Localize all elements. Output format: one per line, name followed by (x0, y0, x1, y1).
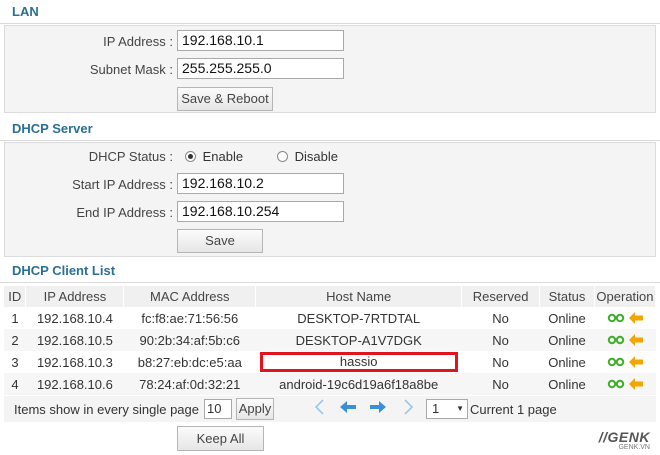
disable-label: Disable (294, 149, 338, 164)
row-id: 1 (11, 310, 19, 326)
subnet-mask-label: Subnet Mask : (89, 62, 173, 77)
row-status: Online (548, 310, 586, 326)
row-host: DESKTOP-7RTDTAL (297, 310, 421, 326)
first-page-icon[interactable] (311, 399, 329, 417)
arrow-left-icon[interactable] (628, 333, 643, 346)
genk-watermark: //GENK GENK.VN (599, 430, 650, 452)
row-reserved: No (492, 376, 509, 392)
row-ip: 192.168.10.6 (36, 376, 113, 392)
end-ip-field[interactable]: 192.168.10.254 (177, 201, 344, 222)
row-operation (594, 351, 655, 373)
row-status: Online (548, 354, 586, 370)
row-status: Online (548, 376, 586, 392)
row-mac: fc:f8:ae:71:56:56 (141, 310, 239, 326)
arrow-left-icon[interactable] (628, 311, 643, 324)
prev-page-icon[interactable] (339, 399, 357, 417)
table-row: 3 192.168.10.3 b8:27:eb:dc:e5:aa hassio … (4, 351, 656, 373)
bind-link-icon[interactable] (607, 357, 625, 367)
host-highlight-box: hassio (259, 352, 458, 372)
enable-radio-icon[interactable] (185, 151, 196, 162)
row-id: 4 (11, 376, 19, 392)
dhcp-panel: DHCP Status : Enable Disable Start IP Ad… (4, 142, 656, 257)
row-status: Online (548, 332, 586, 348)
row-operation (594, 307, 655, 329)
dropdown-caret-icon: ▼ (456, 404, 464, 413)
col-mac: MAC Address (123, 286, 257, 307)
col-ip: IP Address (25, 286, 125, 307)
page-select[interactable]: 1 ▼ (426, 399, 468, 419)
last-page-icon[interactable] (399, 399, 417, 417)
col-host: Host Name (255, 286, 463, 307)
row-mac: 78:24:af:0d:32:21 (139, 376, 241, 392)
row-mac: b8:27:eb:dc:e5:aa (137, 354, 242, 370)
enable-radio[interactable]: Enable (185, 149, 243, 164)
table-row: 2 192.168.10.5 90:2b:34:af:5b:c6 DESKTOP… (4, 329, 656, 351)
client-list-title: DHCP Client List (0, 259, 660, 283)
row-reserved: No (492, 310, 509, 326)
row-ip: 192.168.10.3 (36, 354, 113, 370)
row-reserved: No (492, 332, 509, 348)
client-table-header: ID IP Address MAC Address Host Name Rese… (4, 286, 657, 307)
row-host: DESKTOP-A1V7DGK (295, 332, 422, 348)
disable-radio[interactable]: Disable (277, 149, 338, 164)
dhcp-section-title: DHCP Server (0, 117, 660, 141)
ip-address-label: IP Address : (103, 34, 173, 49)
col-status: Status (539, 286, 595, 307)
watermark-slash-icon: // (598, 429, 608, 445)
subnet-mask-field[interactable]: 255.255.255.0 (177, 58, 344, 79)
row-host: hassio (256, 351, 462, 373)
watermark-site: GENK.VN (618, 444, 650, 451)
row-id: 3 (11, 354, 19, 370)
watermark-brand: GENK (607, 429, 650, 445)
col-id: ID (4, 286, 27, 307)
dhcp-status-label: DHCP Status : (88, 149, 173, 164)
row-operation (594, 373, 655, 395)
row-operation (594, 329, 655, 351)
col-reserved: Reserved (461, 286, 541, 307)
items-per-page-label: Items show in every single page (14, 402, 199, 417)
save-reboot-button[interactable]: Save & Reboot (177, 87, 273, 111)
table-row: 4 192.168.10.6 78:24:af:0d:32:21 android… (4, 373, 656, 395)
lan-section-title: LAN (0, 0, 660, 24)
start-ip-field[interactable]: 192.168.10.2 (177, 173, 344, 194)
start-ip-label: Start IP Address : (72, 177, 173, 192)
row-mac: 90:2b:34:af:5b:c6 (139, 332, 241, 348)
row-id: 2 (11, 332, 19, 348)
row-ip: 192.168.10.5 (36, 332, 113, 348)
row-host: android-19c6d19a6f18a8be (279, 376, 439, 392)
pagination-bar: Items show in every single page 10 Apply… (4, 396, 656, 422)
disable-radio-icon[interactable] (277, 151, 288, 162)
dhcp-save-button[interactable]: Save (177, 229, 263, 253)
next-page-icon[interactable] (369, 399, 387, 417)
row-reserved: No (492, 354, 509, 370)
ip-address-field[interactable]: 192.168.10.1 (177, 30, 344, 51)
apply-button[interactable]: Apply (236, 398, 274, 420)
bind-link-icon[interactable] (607, 313, 625, 323)
row-host-text: hassio (339, 354, 378, 369)
row-ip: 192.168.10.4 (36, 310, 113, 326)
items-per-page-input[interactable]: 10 (204, 399, 232, 419)
current-page-text: Current 1 page (470, 402, 557, 417)
lan-panel: IP Address : 192.168.10.1 Subnet Mask : … (4, 25, 656, 113)
col-operation: Operation (594, 286, 657, 307)
bind-link-icon[interactable] (607, 335, 625, 345)
bind-link-icon[interactable] (607, 379, 625, 389)
arrow-left-icon[interactable] (628, 355, 643, 368)
arrow-left-icon[interactable] (628, 377, 643, 390)
keep-all-button[interactable]: Keep All (177, 426, 264, 451)
end-ip-label: End IP Address : (76, 205, 173, 220)
table-row: 1 192.168.10.4 fc:f8:ae:71:56:56 DESKTOP… (4, 307, 656, 329)
client-table: ID IP Address MAC Address Host Name Rese… (4, 286, 657, 395)
page-select-value: 1 (432, 401, 440, 416)
enable-label: Enable (202, 149, 244, 164)
